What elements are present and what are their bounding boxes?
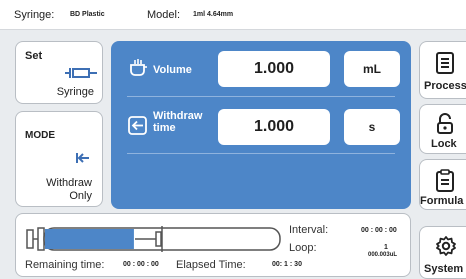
- loop-volume-value: 000.003uL: [368, 252, 398, 258]
- volume-unit-button[interactable]: mL: [344, 51, 400, 87]
- lock-button[interactable]: Lock: [419, 104, 466, 154]
- remaining-time-label: Remaining time:: [25, 259, 105, 271]
- elapsed-time-value: 00: 1 : 30: [272, 261, 302, 268]
- panel-divider: [127, 153, 395, 154]
- set-syringe-card[interactable]: Set Syringe: [15, 41, 103, 104]
- mode-title: MODE: [25, 130, 55, 141]
- mode-card[interactable]: MODE Withdraw Only: [15, 111, 103, 207]
- withdraw-arrow-icon: [76, 151, 90, 169]
- withdraw-time-label-line2: time: [153, 122, 176, 134]
- mode-value-line1: Withdraw: [46, 177, 92, 189]
- interval-value: 00 : 00 : 00: [361, 227, 397, 234]
- model-key-label: Model:: [147, 9, 181, 21]
- formula-button[interactable]: Formula: [419, 159, 466, 210]
- withdraw-time-unit-button[interactable]: s: [344, 109, 400, 145]
- gear-icon: [435, 235, 457, 262]
- set-title: Set: [25, 50, 43, 62]
- lock-label: Lock: [431, 138, 457, 150]
- elapsed-time-label: Elapsed Time:: [176, 259, 246, 271]
- formula-icon: [435, 169, 455, 198]
- syringe-fill-bar: [45, 229, 134, 249]
- remaining-time-value: 00 : 00 : 00: [123, 261, 159, 268]
- top-info-bar: Syringe: BD Plastic Model: 1ml 4.64mm: [0, 0, 466, 30]
- withdraw-time-value-field[interactable]: 1.000: [218, 109, 330, 145]
- volume-row: Volume 1.000 mL: [121, 49, 406, 89]
- withdraw-time-label-line1: Withdraw: [153, 110, 203, 122]
- system-label: System: [424, 263, 464, 275]
- withdraw-time-row: Withdraw time 1.000 s: [121, 107, 406, 147]
- mode-value-line2: Only: [69, 190, 92, 202]
- process-button[interactable]: Process: [419, 41, 466, 99]
- syringe-progress-graphic: [26, 222, 284, 261]
- syringe-value: BD Plastic: [70, 11, 105, 18]
- volume-icon: [127, 57, 149, 84]
- set-value: Syringe: [56, 86, 94, 98]
- syringe-icon: [64, 66, 98, 85]
- syringe-key-label: Syringe:: [14, 9, 55, 21]
- parameter-panel: Volume 1.000 mL Withdraw time 1.000 s: [111, 41, 411, 209]
- process-label: Process: [424, 80, 466, 92]
- status-panel: Interval: 00 : 00 : 00 Loop: 1 000.003uL…: [15, 213, 411, 277]
- interval-label: Interval:: [289, 224, 329, 236]
- withdraw-time-icon: [127, 115, 149, 142]
- loop-value: 1: [384, 244, 388, 251]
- process-icon: [435, 51, 455, 80]
- formula-label: Formula: [420, 195, 464, 207]
- lock-icon: [435, 113, 455, 140]
- system-button[interactable]: System: [419, 226, 466, 279]
- panel-divider: [127, 96, 395, 97]
- loop-label: Loop:: [289, 242, 317, 254]
- model-value: 1ml 4.64mm: [193, 11, 234, 18]
- volume-value-field[interactable]: 1.000: [218, 51, 330, 87]
- mode-value: Withdraw Only: [12, 177, 92, 203]
- volume-label: Volume: [153, 64, 192, 76]
- withdraw-time-label: Withdraw time: [153, 110, 202, 134]
